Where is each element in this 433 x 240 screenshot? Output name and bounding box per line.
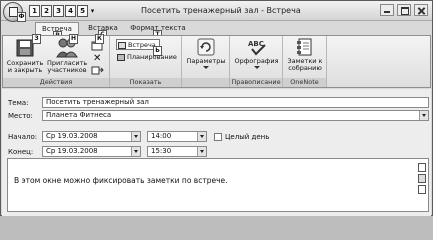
end-time-dropdown-icon[interactable] <box>197 147 206 156</box>
subject-input[interactable]: Посетить тренажерный зал <box>42 97 429 108</box>
move-button[interactable] <box>91 65 107 76</box>
minimize-button[interactable] <box>380 4 394 16</box>
group-options-label <box>182 78 229 87</box>
group-actions-label: Действия <box>3 78 109 87</box>
save-keytip: З <box>32 34 41 44</box>
start-date-dropdown-icon[interactable] <box>131 132 140 141</box>
meeting-notes-button[interactable]: Заметки к собранию <box>285 38 325 72</box>
spelling-button[interactable]: ABC Орфография <box>233 38 280 69</box>
scroll-thumb[interactable] <box>418 174 426 183</box>
group-show-label: Показать <box>110 78 181 87</box>
abc-text: ABC <box>248 40 264 48</box>
start-time-dropdown-icon[interactable] <box>197 132 206 141</box>
options-label: Параметры <box>186 57 226 65</box>
group-onenote: Заметки к собранию OneNote <box>283 36 327 87</box>
qat-key-1[interactable]: 1 <box>29 5 40 17</box>
start-label: Начало: <box>8 133 38 141</box>
appointment-window: Ф 1 2 3 4 5 ▾ Посетить тренажерный зал -… <box>0 0 433 216</box>
spelling-check-icon: ABC <box>246 38 268 56</box>
invite-attendees-button[interactable]: Пригласить участников <box>47 38 87 74</box>
spelling-dropdown-icon <box>253 66 260 69</box>
start-date-picker[interactable]: Ср 19.03.2008 <box>42 131 141 142</box>
start-time-value: 14:00 <box>151 132 172 140</box>
location-dropdown-icon[interactable] <box>419 111 428 120</box>
refresh-icon <box>197 38 215 56</box>
scheduling-button[interactable]: Планирование <box>116 52 178 63</box>
scheduling-label: Планирование <box>127 53 177 61</box>
close-icon: ✕ <box>93 53 102 64</box>
start-date-value: Ср 19.03.2008 <box>46 132 98 140</box>
subject-label: Тема: <box>8 99 29 107</box>
location-combobox[interactable]: Планета Фитнеса <box>42 110 429 121</box>
allday-label: Целый день <box>225 133 270 141</box>
end-date-value: Ср 19.03.2008 <box>46 147 98 155</box>
group-onenote-label: OneNote <box>283 78 326 87</box>
calendar-keytip: К <box>95 34 104 44</box>
end-date-picker[interactable]: Ср 19.03.2008 <box>42 146 141 157</box>
location-label: Место: <box>8 112 33 120</box>
options-dropdown-icon <box>203 66 209 69</box>
appointment-form: Тема: Посетить тренажерный зал Место: Пл… <box>2 89 431 216</box>
group-show: Встреча Ь Планирование Показать <box>110 36 182 87</box>
appointment-view-icon <box>118 41 126 49</box>
notes-text: В этом окне можно фиксировать заметки по… <box>14 176 228 185</box>
qat-key-5[interactable]: 5 <box>77 5 88 17</box>
qat-key-4[interactable]: 4 <box>65 5 76 17</box>
qat-key-2[interactable]: 2 <box>41 5 52 17</box>
ribbon: Сохранить и закрыть З Пригласить участни… <box>2 34 431 88</box>
invite-keytip: Н <box>69 34 78 44</box>
tab-format-text[interactable]: Формат текста Т <box>129 22 187 40</box>
options-button[interactable]: Параметры <box>185 38 227 69</box>
spelling-label: Орфография <box>234 57 279 65</box>
allday-checkbox[interactable] <box>214 133 222 141</box>
scheduling-icon <box>117 53 125 61</box>
maximize-button[interactable] <box>397 4 411 16</box>
window-title: Посетить тренажерный зал - Встреча <box>141 6 301 15</box>
qat-key-3[interactable]: 3 <box>53 5 64 17</box>
scroll-down-icon[interactable] <box>418 185 426 194</box>
group-actions: Сохранить и закрыть З Пригласить участни… <box>3 34 110 87</box>
ribbon-tabs: Встреча Р Вставка С Формат текста Т <box>1 21 432 41</box>
start-time-picker[interactable]: 14:00 <box>147 131 207 142</box>
group-options: Параметры <box>182 36 230 87</box>
delete-button[interactable]: ✕ <box>93 53 105 64</box>
group-proofing-label: Правописание <box>230 78 282 87</box>
group-proofing: ABC Орфография Правописание <box>230 36 283 87</box>
subject-value: Посетить тренажерный зал <box>46 98 149 106</box>
title-bar: Ф 1 2 3 4 5 ▾ Посетить тренажерный зал -… <box>1 1 432 22</box>
notes-body[interactable]: В этом окне можно фиксировать заметки по… <box>7 158 429 212</box>
move-arrow-icon <box>91 66 104 75</box>
appointment-view-label: Встреча <box>128 41 156 49</box>
save-close-label: Сохранить и закрыть <box>6 59 44 74</box>
scroll-up-icon[interactable] <box>418 163 426 172</box>
onenote-icon <box>296 38 314 56</box>
end-label: Конец: <box>8 148 34 156</box>
end-time-picker[interactable]: 15:30 <box>147 146 207 157</box>
invite-attendees-label: Пригласить участников <box>47 59 88 74</box>
close-window-button[interactable] <box>414 4 428 16</box>
notes-scrollbar[interactable] <box>418 163 427 209</box>
qat-customize-icon[interactable]: ▾ <box>89 5 96 17</box>
quick-access-toolbar: 1 2 3 4 5 ▾ <box>29 5 96 18</box>
meeting-notes-label: Заметки к собранию <box>287 57 323 72</box>
location-value: Планета Фитнеса <box>46 111 112 119</box>
end-time-value: 15:30 <box>151 147 172 155</box>
end-date-dropdown-icon[interactable] <box>131 147 140 156</box>
